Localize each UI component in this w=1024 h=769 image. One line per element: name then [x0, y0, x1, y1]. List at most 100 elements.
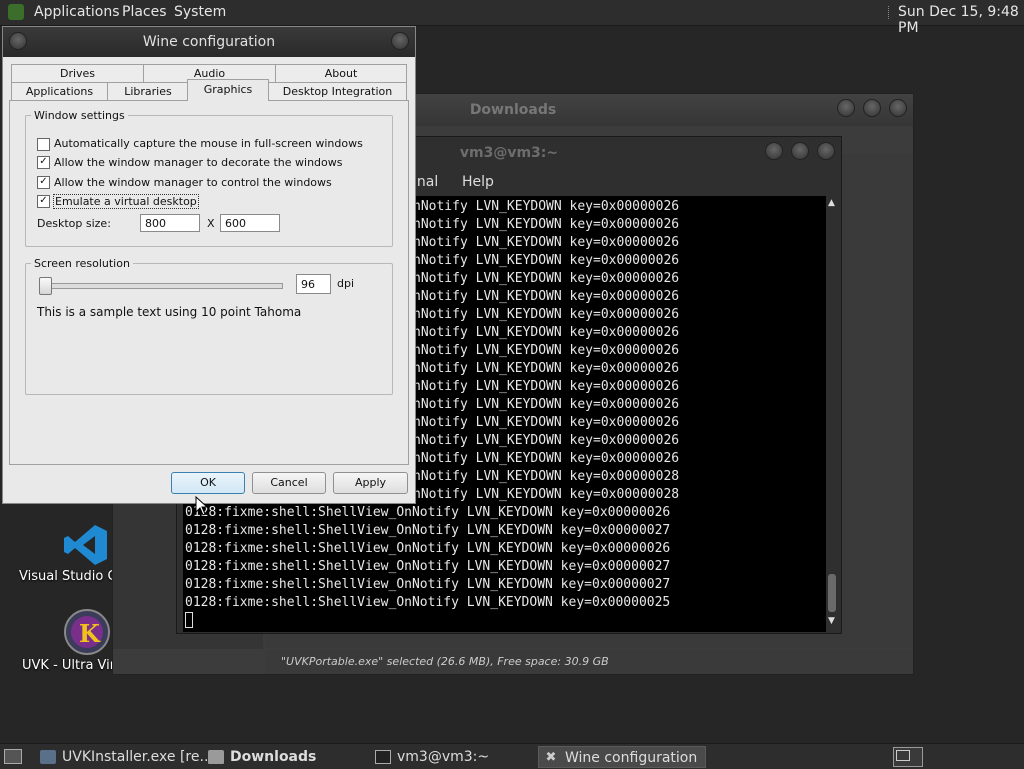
tab-libraries[interactable]: Libraries [107, 82, 189, 100]
mouse-pointer-icon [195, 496, 209, 516]
terminal-line: nNotify LVN_KEYDOWN key=0x00000026 [413, 271, 680, 286]
places-menu[interactable]: Places [122, 4, 167, 20]
taskbar-item-label: UVKInstaller.exe [re... [62, 749, 213, 765]
capture-mouse-label[interactable]: Automatically capture the mouse in full-… [54, 137, 363, 150]
terminal-line: nNotify LVN_KEYDOWN key=0x00000026 [413, 307, 680, 322]
dpi-input[interactable]: 96 [296, 274, 331, 294]
dpi-slider-thumb[interactable] [39, 277, 52, 295]
terminal-line: 0128:fixme:shell:ShellView_OnNotify LVN_… [185, 523, 671, 538]
dpi-slider-track[interactable] [39, 283, 283, 289]
terminal-line: nNotify LVN_KEYDOWN key=0x00000026 [413, 379, 680, 394]
terminal-line: nNotify LVN_KEYDOWN key=0x00000026 [413, 343, 680, 358]
terminal-line: nNotify LVN_KEYDOWN key=0x00000026 [413, 415, 680, 430]
window-settings-legend: Window settings [31, 109, 128, 122]
minimize-button[interactable] [765, 142, 783, 160]
screen-resolution-legend: Screen resolution [31, 257, 133, 270]
close-button[interactable] [889, 99, 907, 117]
applications-menu[interactable]: Applications [34, 4, 120, 20]
clock[interactable]: Sun Dec 15, 9:48 PM [898, 4, 1024, 36]
capture-mouse-checkbox[interactable] [37, 138, 50, 151]
terminal-line: 0128:fixme:shell:ShellView_OnNotify LVN_… [185, 541, 671, 556]
svg-text:K: K [79, 619, 101, 648]
terminal-line: nNotify LVN_KEYDOWN key=0x00000026 [413, 433, 680, 448]
terminal-menu[interactable]: inal [413, 174, 438, 190]
desktop-icon-uvk[interactable]: K UVK - Ultra Vir [12, 606, 116, 676]
terminal-line: 0128:fixme:shell:ShellView_OnNotify LVN_… [185, 595, 671, 610]
wine-tools-icon: ✖ [545, 750, 557, 765]
desktop-size-label: Desktop size: [37, 217, 111, 230]
taskbar-item-wine-config[interactable]: ✖ Wine configuration [538, 746, 706, 768]
wine-config-window[interactable]: Wine configuration Drives Audio About Ap… [2, 26, 416, 504]
terminal-line: nNotify LVN_KEYDOWN key=0x00000028 [413, 487, 680, 502]
taskbar-item-label: Downloads [230, 749, 317, 765]
terminal-line: nNotify LVN_KEYDOWN key=0x00000026 [413, 361, 680, 376]
status-bar: "UVKPortable.exe" selected (26.6 MB), Fr… [265, 650, 913, 674]
terminal-line: nNotify LVN_KEYDOWN key=0x00000028 [413, 469, 680, 484]
terminal-line: nNotify LVN_KEYDOWN key=0x00000026 [413, 253, 680, 268]
desktop-icon-label: Visual Studio Co [19, 569, 125, 584]
panel-separator-icon [888, 6, 891, 19]
terminal-line: nNotify LVN_KEYDOWN key=0x00000026 [413, 325, 680, 340]
tab-about[interactable]: About [275, 64, 407, 82]
system-menu[interactable]: System [174, 4, 226, 20]
folder-icon [208, 750, 224, 764]
scrollbar-thumb[interactable] [828, 574, 836, 612]
desktop-height-input[interactable]: 600 [220, 214, 280, 232]
terminal-line: nNotify LVN_KEYDOWN key=0x00000026 [413, 451, 680, 466]
desktop-width-input[interactable]: 800 [140, 214, 200, 232]
terminal-cursor [185, 612, 193, 628]
ok-button[interactable]: OK [171, 472, 245, 494]
installer-icon [40, 750, 56, 764]
tab-graphics[interactable]: Graphics [187, 79, 269, 101]
decorate-windows-label[interactable]: Allow the window manager to decorate the… [54, 156, 343, 169]
terminal-icon [375, 750, 391, 764]
virtual-desktop-checkbox[interactable]: ✓ [37, 195, 50, 208]
virtual-desktop-label[interactable]: Emulate a virtual desktop [53, 194, 199, 209]
window-title: Wine configuration [142, 34, 276, 50]
help-menu[interactable]: Help [462, 174, 494, 190]
uvk-icon: K [64, 609, 110, 655]
terminal-line: nNotify LVN_KEYDOWN key=0x00000026 [413, 217, 680, 232]
close-button[interactable] [391, 32, 409, 50]
top-panel: Applications Places System Sun Dec 15, 9… [0, 0, 1024, 36]
taskbar-item-label: Wine configuration [565, 750, 698, 766]
maximize-button[interactable] [863, 99, 881, 117]
terminal-line: nNotify LVN_KEYDOWN key=0x00000026 [413, 289, 680, 304]
distro-logo-icon[interactable] [8, 4, 24, 20]
cancel-button[interactable]: Cancel [252, 472, 326, 494]
workspace-window-icon [896, 750, 910, 761]
tab-desktop-integration[interactable]: Desktop Integration [268, 82, 407, 100]
terminal-scrollbar[interactable]: ▲ ▼ [826, 196, 838, 632]
decorate-windows-checkbox[interactable]: ✓ [37, 156, 50, 169]
control-windows-checkbox[interactable]: ✓ [37, 176, 50, 189]
terminal-line: nNotify LVN_KEYDOWN key=0x00000026 [413, 235, 680, 250]
vscode-icon [64, 525, 107, 565]
terminal-line: 0128:fixme:shell:ShellView_OnNotify LVN_… [185, 505, 671, 520]
scroll-down-icon[interactable]: ▼ [828, 616, 835, 626]
minimize-button[interactable] [837, 99, 855, 117]
tab-drives[interactable]: Drives [11, 64, 144, 82]
bottom-panel: UVKInstaller.exe [re... Downloads vm3@vm… [0, 743, 1024, 769]
size-separator: X [207, 217, 215, 230]
status-text: "UVKPortable.exe" selected (26.6 MB), Fr… [281, 655, 609, 668]
terminal-line: 0128:fixme:shell:ShellView_OnNotify LVN_… [185, 577, 671, 592]
taskbar-item-uvkinstaller[interactable]: UVKInstaller.exe [re... [36, 746, 222, 768]
taskbar-item-terminal[interactable]: vm3@vm3:~ [371, 746, 557, 768]
terminal-line: nNotify LVN_KEYDOWN key=0x00000026 [413, 199, 680, 214]
taskbar-item-label: vm3@vm3:~ [397, 749, 490, 765]
terminal-line: 0128:fixme:shell:ShellView_OnNotify LVN_… [185, 559, 671, 574]
apply-button[interactable]: Apply [333, 472, 408, 494]
desktop-icon-label: UVK - Ultra Vir [22, 658, 116, 673]
terminal-line: nNotify LVN_KEYDOWN key=0x00000026 [413, 397, 680, 412]
scroll-up-icon[interactable]: ▲ [828, 198, 835, 208]
wine-titlebar[interactable]: Wine configuration [3, 27, 415, 57]
control-windows-label[interactable]: Allow the window manager to control the … [54, 176, 332, 189]
close-button[interactable] [817, 142, 835, 160]
maximize-button[interactable] [791, 142, 809, 160]
tab-applications[interactable]: Applications [11, 82, 108, 100]
desktop-icon-vscode[interactable]: Visual Studio Co [12, 518, 125, 588]
sample-text: This is a sample text using 10 point Tah… [37, 305, 302, 319]
dpi-unit-label: dpi [337, 277, 355, 290]
show-desktop-icon[interactable] [4, 749, 22, 764]
taskbar-item-downloads[interactable]: Downloads [204, 746, 388, 768]
